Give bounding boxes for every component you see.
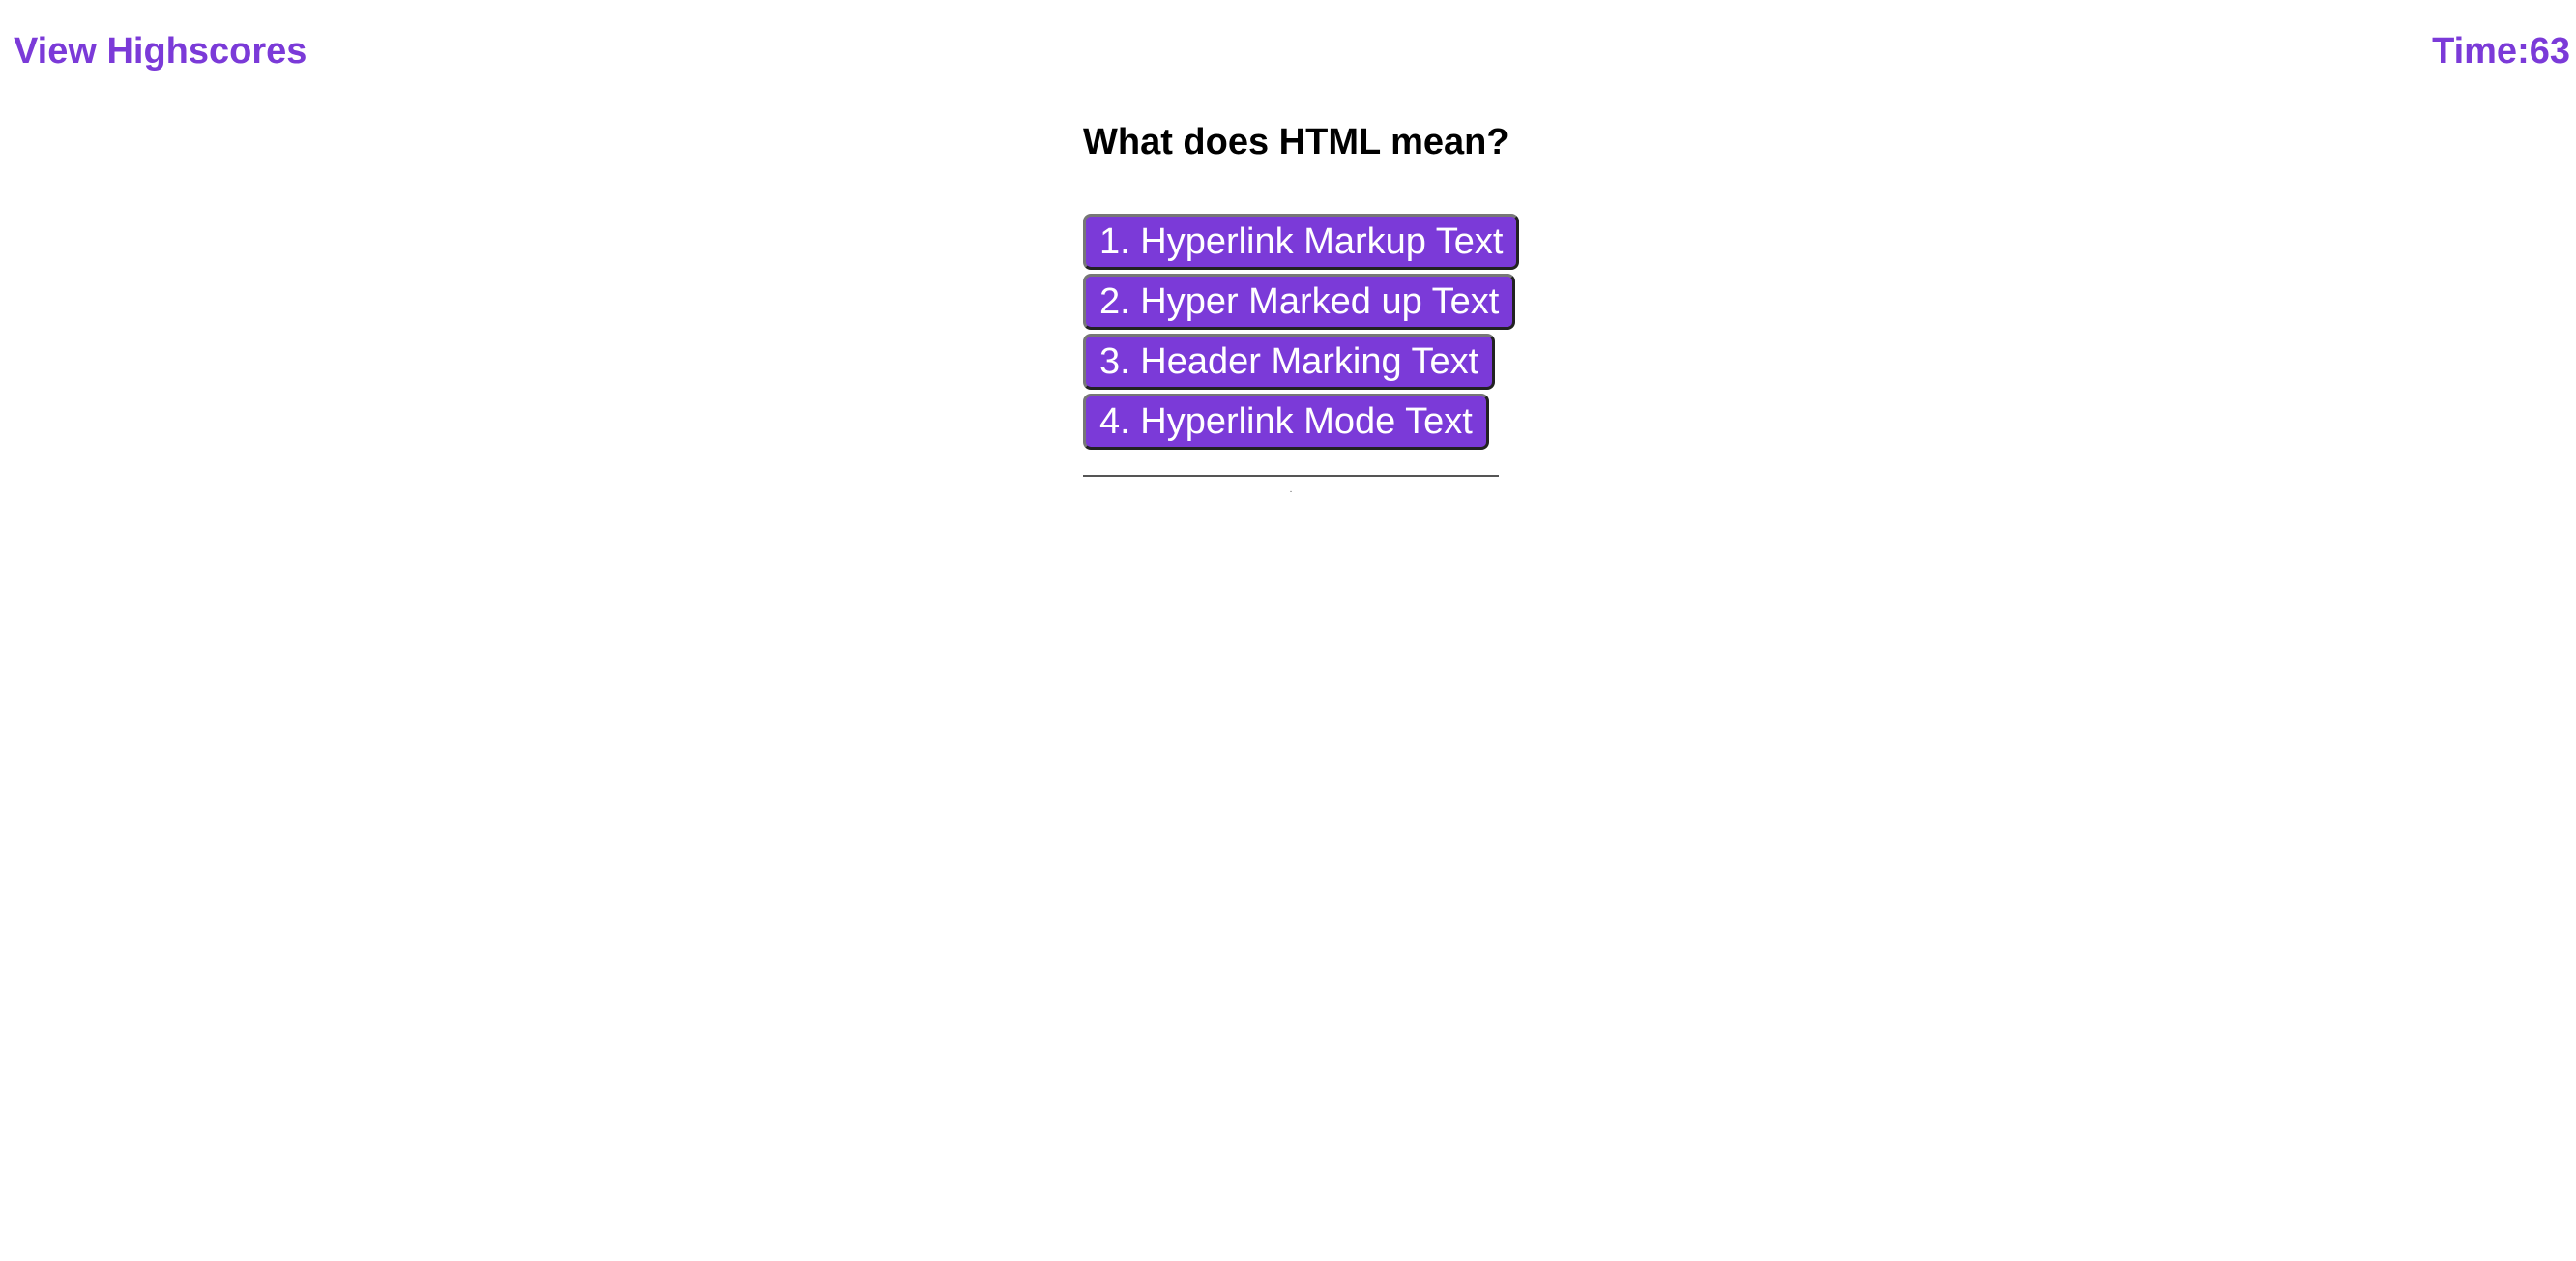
timer-display: Time:63 <box>2432 31 2570 72</box>
answer-choice-2-button[interactable]: 2. Hyper Marked up Text <box>1083 274 1516 330</box>
question-text: What does HTML mean? <box>1083 122 1509 162</box>
answer-choice-1-button[interactable]: 1. Hyperlink Markup Text <box>1083 214 1520 270</box>
answer-choice-4-button[interactable]: 4. Hyperlink Mode Text <box>1083 394 1489 450</box>
answer-choice-3-button[interactable]: 3. Header Marking Text <box>1083 334 1496 390</box>
answer-feedback: . <box>1289 484 1293 495</box>
feedback-divider <box>1083 475 1499 477</box>
top-bar: View Highscores Time:63 <box>0 0 2576 116</box>
quiz-container: What does HTML mean? 1. Hyperlink Markup… <box>1083 116 1520 495</box>
answer-choices: 1. Hyperlink Markup Text 2. Hyper Marked… <box>1083 214 1520 450</box>
view-highscores-link[interactable]: View Highscores <box>14 31 307 73</box>
